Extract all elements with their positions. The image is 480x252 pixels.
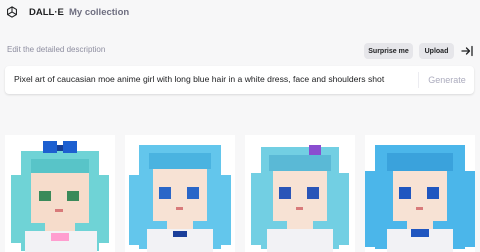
- top-navigation: DALL·E My collection: [0, 0, 480, 26]
- result-image-3[interactable]: [245, 135, 355, 252]
- result-image-4[interactable]: [365, 135, 475, 252]
- prompt-divider: [418, 72, 419, 88]
- prompt-input-box[interactable]: Pixel art of caucasian moe anime girl wi…: [5, 66, 474, 94]
- result-image-1[interactable]: [5, 135, 115, 252]
- brand-name[interactable]: DALL·E: [29, 7, 64, 18]
- upload-button[interactable]: Upload: [419, 43, 454, 59]
- nav-my-collection[interactable]: My collection: [69, 7, 129, 18]
- collapse-right-icon[interactable]: [461, 45, 473, 57]
- result-image-2[interactable]: [125, 135, 235, 252]
- prompt-label: Edit the detailed description: [7, 45, 106, 54]
- surprise-me-button[interactable]: Surprise me: [364, 43, 413, 59]
- prompt-input[interactable]: Pixel art of caucasian moe anime girl wi…: [14, 74, 414, 84]
- generate-button[interactable]: Generate: [420, 66, 474, 94]
- openai-logo-icon[interactable]: [5, 5, 19, 19]
